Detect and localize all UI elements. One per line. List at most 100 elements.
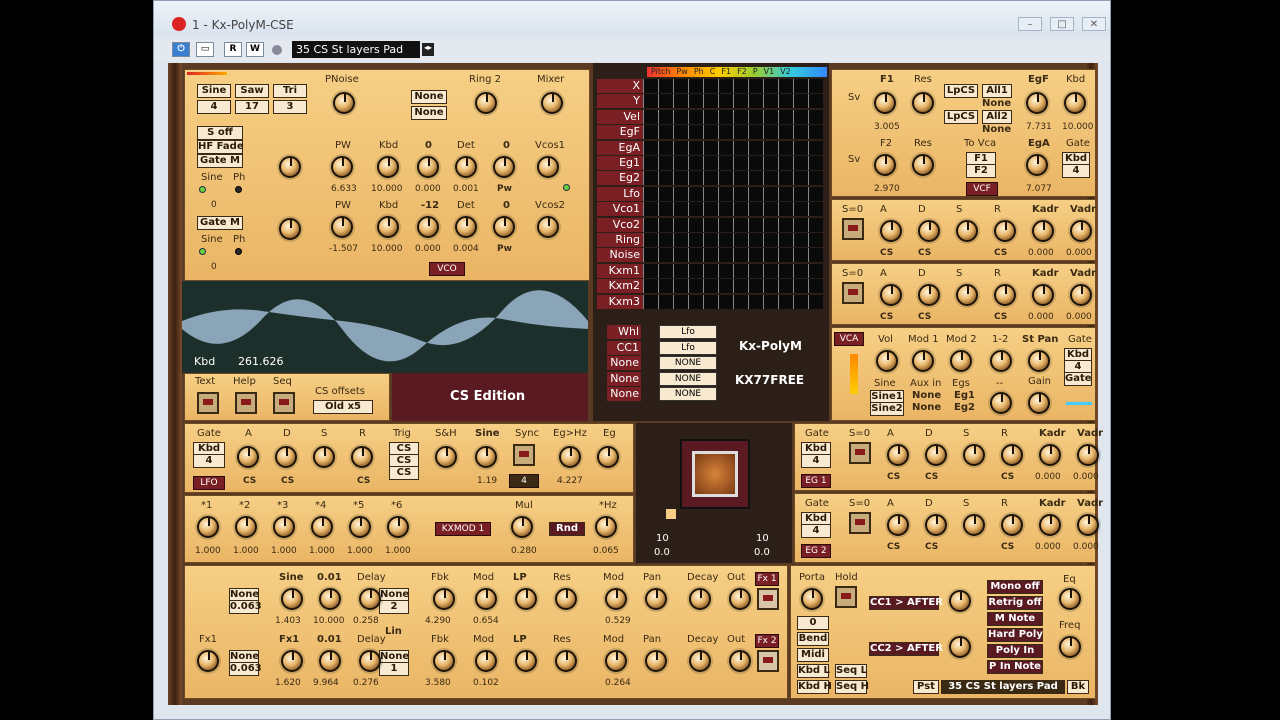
res-knob-1[interactable]	[912, 92, 934, 114]
env-knob[interactable]	[1077, 444, 1099, 466]
vco-shape-knob-2[interactable]	[279, 218, 301, 240]
to-vca-f2[interactable]: F2	[966, 164, 996, 178]
rnd-button[interactable]: Rnd	[549, 522, 585, 536]
s0-button[interactable]	[842, 282, 864, 304]
kbd-l-button[interactable]: Kbd L	[797, 664, 830, 678]
semi-knob-1[interactable]	[493, 156, 515, 178]
fx-param-knob[interactable]	[433, 588, 455, 610]
mul-knob[interactable]	[511, 516, 533, 538]
all1-select[interactable]: All1	[982, 84, 1012, 98]
shape-sine-value[interactable]: 4	[197, 100, 231, 114]
poly-in[interactable]: Poly In	[987, 644, 1043, 658]
vol-knob[interactable]	[876, 350, 898, 372]
fx1-button[interactable]	[757, 588, 779, 610]
env-knob[interactable]	[994, 284, 1016, 306]
one2-knob[interactable]	[990, 350, 1012, 372]
fx-param-knob[interactable]	[689, 588, 711, 610]
s0-button[interactable]	[849, 512, 871, 534]
controller-dest[interactable]: NONE	[659, 356, 717, 370]
bend-button[interactable]: Bend	[797, 632, 829, 646]
det-knob-2[interactable]	[455, 216, 477, 238]
fx-param-knob[interactable]	[475, 650, 497, 672]
fx-param-knob[interactable]	[281, 650, 303, 672]
matrix-cells[interactable]	[643, 109, 823, 124]
fx1-two[interactable]: 2	[379, 600, 409, 614]
fx-param-knob[interactable]	[555, 650, 577, 672]
seq-button[interactable]	[273, 392, 295, 414]
kxmod-slot-knob[interactable]	[273, 516, 295, 538]
shape-saw[interactable]: Saw	[235, 84, 269, 98]
ega-knob[interactable]	[1026, 154, 1048, 176]
mod1-knob[interactable]	[912, 350, 934, 372]
fx-param-knob[interactable]	[359, 650, 381, 672]
pnoise-knob[interactable]	[333, 92, 355, 114]
matrix-cells[interactable]	[643, 171, 823, 186]
fx-param-knob[interactable]	[729, 588, 751, 610]
controller-source[interactable]: None	[607, 356, 641, 370]
mod2-knob[interactable]	[950, 350, 972, 372]
sync-button[interactable]	[513, 444, 535, 466]
fx-param-knob[interactable]	[475, 588, 497, 610]
kbd-knob-1[interactable]	[377, 156, 399, 178]
vca-gate-gate[interactable]: Gate	[1064, 372, 1092, 386]
sh-knob[interactable]	[435, 446, 457, 468]
matrix-cells[interactable]	[643, 263, 823, 278]
fx-param-knob[interactable]	[515, 588, 537, 610]
xy-cursor[interactable]	[666, 509, 676, 519]
eq-knob[interactable]	[1059, 588, 1081, 610]
gate-m-button-1[interactable]: Gate M	[197, 154, 243, 168]
env-knob[interactable]	[887, 514, 909, 536]
env-knob[interactable]	[880, 284, 902, 306]
write-button[interactable]: W	[246, 42, 264, 57]
kxmod-slot-knob[interactable]	[349, 516, 371, 538]
gain-knob[interactable]	[1028, 392, 1050, 414]
vcf-kbd-knob[interactable]	[1064, 92, 1086, 114]
hard-poly[interactable]: Hard Poly	[987, 628, 1043, 642]
maximize-button[interactable]: □	[1050, 17, 1074, 31]
controller-dest[interactable]: Lfo	[659, 340, 717, 355]
seq-l-button[interactable]: Seq L	[835, 664, 867, 678]
fx2-none-value[interactable]: 0.063	[229, 662, 262, 676]
sine-led-1[interactable]	[199, 186, 206, 193]
preset-name[interactable]: 35 CS St layers Pad	[941, 680, 1065, 694]
semi-knob-2[interactable]	[493, 216, 515, 238]
mixer-knob[interactable]	[541, 92, 563, 114]
oct-knob-2[interactable]	[417, 216, 439, 238]
eg2-gate-four[interactable]: 4	[801, 524, 831, 538]
read-button[interactable]: R	[224, 42, 242, 57]
env-knob[interactable]	[956, 284, 978, 306]
s-off-button[interactable]: S off	[197, 126, 243, 140]
fx-master-knob[interactable]	[197, 650, 219, 672]
matrix-cells[interactable]	[643, 186, 823, 201]
kxmod-slot-knob[interactable]	[235, 516, 257, 538]
matrix-cells[interactable]	[643, 248, 823, 263]
matrix-cells[interactable]	[643, 125, 823, 140]
controller-source[interactable]: None	[607, 387, 641, 401]
matrix-cells[interactable]	[643, 233, 823, 247]
none-select-2[interactable]: None	[411, 106, 447, 120]
kxmod-slot-knob[interactable]	[311, 516, 333, 538]
fx-param-knob[interactable]	[433, 650, 455, 672]
freq-knob[interactable]	[1059, 636, 1081, 658]
s0-button[interactable]	[842, 218, 864, 240]
env-knob[interactable]	[963, 444, 985, 466]
fx-param-knob[interactable]	[359, 588, 381, 610]
fx-param-knob[interactable]	[281, 588, 303, 610]
controller-dest[interactable]: NONE	[659, 371, 717, 386]
lfo-d-knob[interactable]	[275, 446, 297, 468]
vco-shape-knob-1[interactable]	[279, 156, 301, 178]
fx-param-knob[interactable]	[729, 650, 751, 672]
fx1-none-value[interactable]: 0.063	[229, 600, 262, 614]
env-knob[interactable]	[887, 444, 909, 466]
kbd-h-button[interactable]: Kbd H	[797, 680, 832, 694]
stpan-knob[interactable]	[1028, 350, 1050, 372]
s0-button[interactable]	[849, 442, 871, 464]
settings-icon[interactable]	[272, 45, 282, 55]
xy-pad[interactable]	[680, 439, 750, 509]
cc2-after[interactable]: CC2 > AFTER	[869, 642, 943, 656]
lfo-s-knob[interactable]	[313, 446, 335, 468]
ph-toggle-1[interactable]	[235, 186, 242, 193]
none-select-1[interactable]: None	[411, 90, 447, 104]
eg1-gate-four[interactable]: 4	[801, 454, 831, 468]
seq-h-button[interactable]: Seq H	[835, 680, 869, 694]
